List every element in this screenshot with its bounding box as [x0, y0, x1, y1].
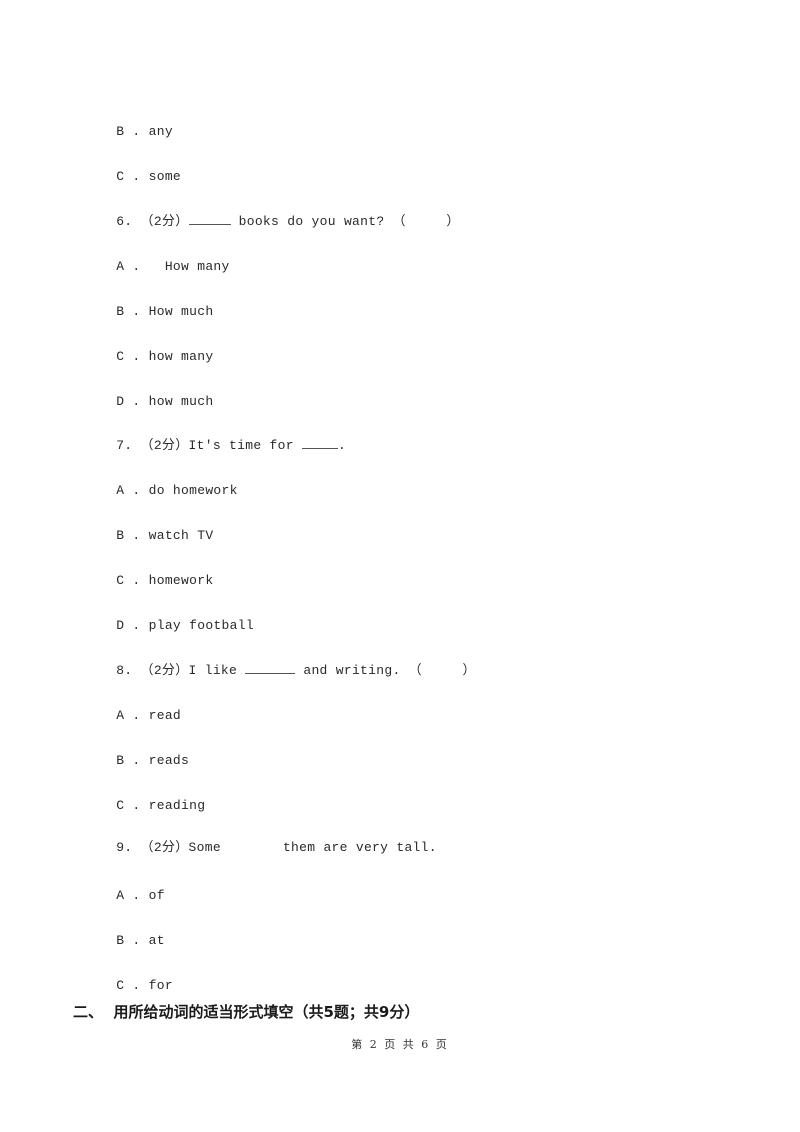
question-number: 7.: [116, 438, 133, 453]
option-separator: .: [124, 528, 149, 543]
question-text-before: I like: [188, 663, 246, 678]
option-row: B . reads: [100, 737, 189, 769]
option-row: D . how much: [100, 378, 213, 410]
option-row: B . any: [100, 108, 173, 140]
option-text: how much: [148, 394, 214, 409]
answer-blank: [245, 661, 296, 674]
option-separator: .: [124, 483, 149, 498]
option-text: for: [148, 978, 173, 993]
question-points: （2分）: [140, 214, 189, 229]
option-separator: .: [124, 124, 149, 139]
option-separator: .: [124, 169, 149, 184]
option-separator: .: [124, 888, 149, 903]
option-separator: .: [124, 304, 149, 319]
option-text: do homework: [148, 483, 238, 498]
question-number: 6.: [116, 214, 133, 229]
option-separator: .: [124, 618, 149, 633]
option-text: of: [148, 888, 165, 903]
option-separator: .: [124, 708, 149, 723]
option-text: How much: [148, 304, 214, 319]
option-row: A . read: [100, 692, 181, 724]
option-text: how many: [148, 349, 214, 364]
question-text-after: them are very tall.: [282, 840, 437, 855]
question-text-after: books do you want? （ ）: [230, 214, 460, 229]
option-row: C . some: [100, 153, 181, 185]
question-text-after: .: [337, 438, 347, 453]
option-row: C . reading: [100, 782, 205, 814]
question-6-stem: 6. （2分） books do you want? （ ）: [100, 196, 460, 230]
option-text: read: [148, 708, 182, 723]
option-separator: .: [124, 753, 149, 768]
option-separator: .: [124, 394, 149, 409]
answer-blank: [301, 436, 338, 449]
question-text-before: Some: [188, 840, 221, 855]
question-points: （2分）: [140, 438, 189, 453]
option-text: some: [148, 169, 182, 184]
option-text: any: [148, 124, 173, 139]
option-letter: B: [116, 124, 125, 139]
option-text: reading: [148, 798, 206, 813]
option-letter: C: [116, 169, 125, 184]
question-points: （2分）: [140, 840, 189, 855]
option-separator: .: [124, 978, 149, 993]
option-separator: .: [124, 349, 149, 364]
option-row: B . at: [100, 917, 165, 949]
question-7-stem: 7. （2分）It's time for .: [100, 420, 346, 454]
option-text: reads: [148, 753, 190, 768]
option-row: B . How much: [100, 288, 213, 320]
option-row: C . homework: [100, 557, 213, 589]
question-8-stem: 8. （2分）I like and writing. （ ）: [100, 645, 476, 679]
option-row: C . for: [100, 962, 173, 994]
page-footer: 第 2 页 共 6 页: [351, 1038, 449, 1051]
option-row: A . How many: [100, 243, 230, 275]
question-9-stem: 9. （2分）Some them are very tall.: [100, 824, 437, 856]
option-separator: .: [124, 933, 149, 948]
option-text: play football: [148, 618, 254, 633]
option-row: A . do homework: [100, 467, 238, 499]
option-text: watch TV: [148, 528, 214, 543]
question-number: 8.: [116, 663, 133, 678]
option-row: B . watch TV: [100, 512, 213, 544]
question-text-before: It's time for: [188, 438, 302, 453]
option-text: at: [148, 933, 165, 948]
option-row: D . play football: [100, 602, 254, 634]
option-text: How many: [148, 259, 230, 274]
question-text-after: and writing. （ ）: [295, 663, 476, 678]
option-row: A . of: [100, 872, 165, 904]
option-separator: .: [124, 798, 149, 813]
question-number: 9.: [116, 840, 133, 855]
section-heading: 二、 用所给动词的适当形式填空（共5题；共9分）: [73, 1003, 420, 1021]
option-text: homework: [148, 573, 214, 588]
option-separator: .: [124, 259, 149, 274]
answer-blank: [188, 212, 231, 225]
option-separator: .: [124, 573, 149, 588]
question-points: （2分）: [140, 663, 189, 678]
option-row: C . how many: [100, 333, 213, 365]
